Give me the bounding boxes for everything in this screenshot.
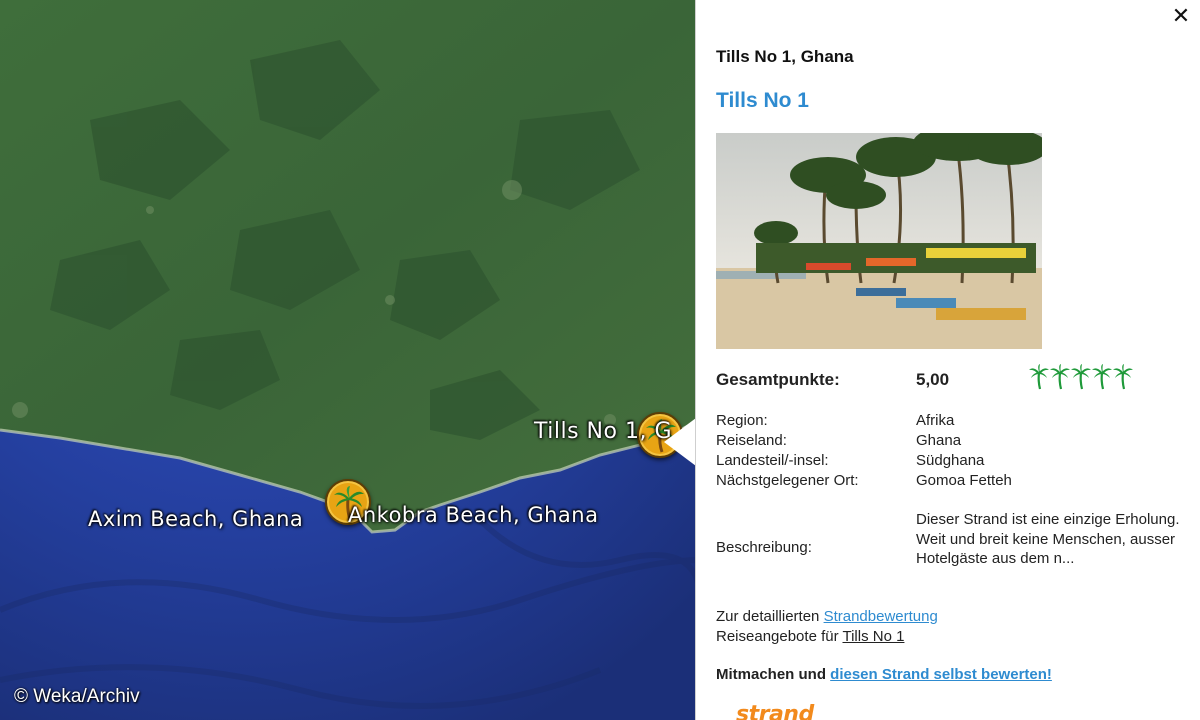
offers-link-row: Reiseangebote für Tills No 1 — [716, 627, 938, 647]
cta-prefix: Mitmachen und — [716, 666, 831, 683]
detail-key: Region: — [716, 412, 768, 429]
detail-value: Ghana — [916, 432, 962, 449]
map-label-axim[interactable]: Axim Beach, Ghana — [88, 507, 303, 531]
palm-rating — [1029, 364, 1133, 390]
map-label-tills[interactable]: Tills No 1, G — [534, 419, 672, 444]
palm-rating-icon — [1092, 364, 1112, 390]
info-balloon: ✕ Tills No 1, Ghana Tills No 1 Gesamtpun… — [695, 0, 1200, 720]
palm-rating-icon — [1050, 364, 1070, 390]
balloon-subtitle: Tills No 1, Ghana — [716, 47, 854, 66]
copyright-notice: © Weka/Archiv — [14, 686, 140, 707]
links-block: Zur detaillierten Strandbewertung Reisea… — [716, 607, 938, 647]
detail-value: Afrika — [916, 412, 955, 429]
description-label: Beschreibung: — [716, 539, 812, 556]
detail-key: Nächstgelegener Ort: — [716, 472, 859, 489]
offers-link-prefix: Reiseangebote für — [716, 628, 843, 645]
travel-offers-link[interactable]: Tills No 1 — [842, 628, 904, 645]
detail-key: Landesteil/-insel: — [716, 452, 829, 469]
palm-rating-icon — [1029, 364, 1049, 390]
balloon-pointer — [664, 418, 696, 466]
score-value: 5,00 — [916, 370, 950, 389]
beach-photo — [716, 133, 1042, 349]
review-link-row: Zur detaillierten Strandbewertung — [716, 607, 938, 627]
description-text: Dieser Strand ist eine einzige Erholung.… — [916, 511, 1180, 567]
detail-value: Südghana — [916, 452, 985, 469]
beach-review-link[interactable]: Strandbewertung — [824, 608, 938, 625]
beach-title-link[interactable]: Tills No 1 — [716, 89, 809, 113]
map-label-ankobra[interactable]: Ankobra Beach, Ghana — [348, 503, 598, 527]
detail-value: Gomoa Fetteh — [916, 472, 1012, 489]
rate-beach-link[interactable]: diesen Strand selbst bewerten! — [830, 666, 1052, 683]
palm-rating-icon — [1071, 364, 1091, 390]
strand-logo: strand — [736, 702, 814, 720]
review-link-prefix: Zur detaillierten — [716, 608, 824, 625]
close-button[interactable]: ✕ — [1170, 6, 1192, 28]
palm-rating-icon — [1113, 364, 1133, 390]
rate-cta: Mitmachen und diesen Strand selbst bewer… — [716, 666, 1052, 683]
score-label: Gesamtpunkte: — [716, 370, 840, 389]
detail-key: Reiseland: — [716, 432, 787, 449]
